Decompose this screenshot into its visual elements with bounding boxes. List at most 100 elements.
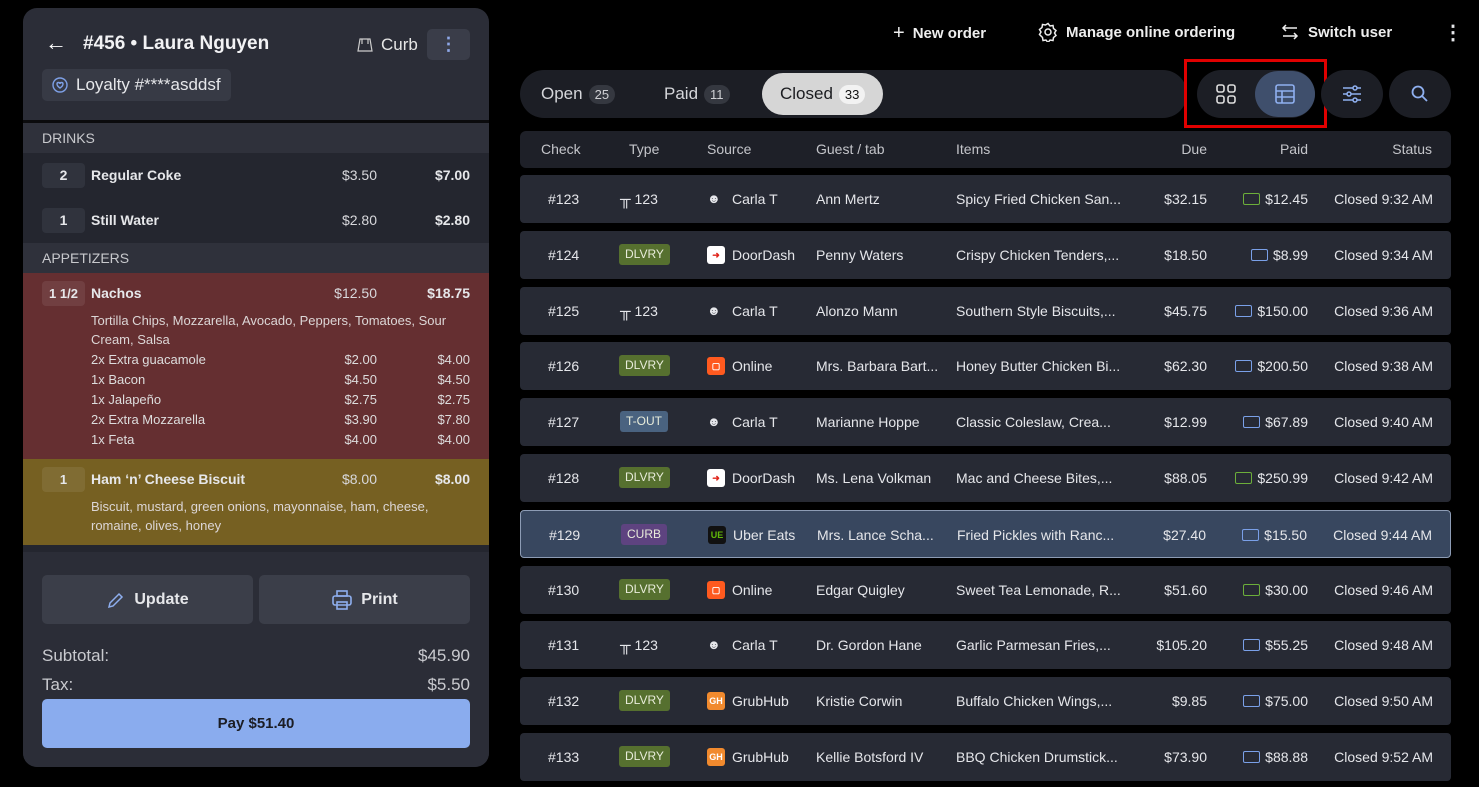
table-row[interactable]: #132 DLVRY GH GrubHub Kristie Corwin Buffalo … bbox=[520, 677, 1451, 726]
print-button[interactable]: Print bbox=[259, 575, 470, 624]
table-row[interactable]: #127 T-OUT ☻ Carla T Marianne Hoppe Classic C… bbox=[520, 398, 1451, 447]
back-arrow-icon[interactable]: ← bbox=[45, 30, 67, 56]
col-guest[interactable]: Guest / tab bbox=[816, 131, 884, 168]
modifier-row: 1x Jalapeño $2.75 $2.75 bbox=[23, 389, 489, 409]
tab-count: 25 bbox=[588, 84, 616, 104]
modifier-price: $3.90 bbox=[344, 412, 377, 427]
items-summary: Classic Coleslaw, Crea... bbox=[956, 414, 1111, 431]
tab-closed[interactable]: Closed 33 bbox=[762, 73, 884, 115]
col-paid[interactable]: Paid bbox=[1280, 131, 1308, 168]
guest-name: Mrs. Barbara Bart... bbox=[816, 358, 939, 375]
col-status[interactable]: Status bbox=[1392, 131, 1432, 168]
subtotal-label: Subtotal: bbox=[42, 646, 110, 665]
table-row[interactable]: #124 DLVRY ➜ DoorDash Penny Waters Crispy Chi… bbox=[520, 230, 1451, 279]
more-options-button[interactable]: ⋮ bbox=[427, 29, 470, 60]
credit-card-icon bbox=[1243, 751, 1261, 763]
amount-due: $12.99 bbox=[1164, 414, 1207, 431]
paid-value: $12.45 bbox=[1265, 191, 1308, 207]
amount-paid: $12.45 bbox=[1243, 175, 1308, 223]
amount-due: $51.60 bbox=[1164, 581, 1207, 598]
amount-paid: $30.00 bbox=[1243, 566, 1308, 614]
guest-name: Kellie Botsford IV bbox=[816, 749, 924, 765]
order-item[interactable]: 1 Ham ‘n’ Cheese Biscuit $8.00 $8.00 Biscuit… bbox=[23, 459, 489, 545]
paid-value: $150.00 bbox=[1257, 302, 1308, 319]
amount-paid: $75.00 bbox=[1243, 677, 1308, 725]
paid-value: $15.50 bbox=[1264, 526, 1307, 543]
credit-card-icon bbox=[1243, 695, 1261, 708]
doordash-logo-icon: ➜ bbox=[707, 469, 725, 487]
modifier-total: $4.50 bbox=[437, 372, 470, 387]
overflow-menu-icon[interactable]: ⋮ bbox=[1443, 20, 1463, 45]
order-item[interactable]: 1 Still Water $2.80 $2.80 bbox=[23, 198, 489, 243]
check-number: #132 bbox=[548, 693, 580, 710]
status-text: Closed 9:40 AM bbox=[1334, 414, 1433, 431]
cash-icon bbox=[1235, 472, 1253, 484]
loyalty-chip[interactable]: Loyalty #****asddsf bbox=[42, 69, 231, 101]
amount-paid: $88.88 bbox=[1243, 733, 1308, 781]
table-row[interactable]: #133 DLVRY GH GrubHub Kellie Botsford IV BBQ … bbox=[520, 733, 1451, 781]
item-total: $2.80 bbox=[434, 212, 470, 228]
order-item[interactable]: 2 Regular Coke $3.50 $7.00 bbox=[23, 153, 489, 198]
item-quantity: 2 bbox=[42, 163, 85, 188]
check-number: #124 bbox=[548, 246, 580, 263]
table-row[interactable]: #130 DLVRY ▢ Online Edgar Quigley Sweet Tea L… bbox=[520, 565, 1451, 614]
source-name: Carla T bbox=[732, 302, 778, 319]
search-button[interactable] bbox=[1389, 70, 1451, 118]
check-number: #127 bbox=[548, 414, 580, 431]
item-name: Still Water bbox=[91, 212, 159, 228]
check-number: #128 bbox=[548, 470, 580, 486]
printer-icon bbox=[332, 589, 353, 610]
guest-name: Dr. Gordon Hane bbox=[816, 637, 922, 654]
curb-bag-icon bbox=[357, 38, 373, 52]
update-button[interactable]: Update bbox=[42, 575, 253, 624]
status-text: Closed 9:48 AM bbox=[1334, 637, 1433, 654]
table-row[interactable]: #128 DLVRY ➜ DoorDash Ms. Lena Volkman Mac an… bbox=[520, 454, 1451, 502]
table-number: 123 bbox=[634, 637, 658, 654]
paid-value: $250.99 bbox=[1257, 470, 1308, 486]
col-items[interactable]: Items bbox=[956, 131, 990, 168]
order-type-badge: DLVRY bbox=[619, 355, 670, 377]
pay-button[interactable]: Pay $51.40 bbox=[42, 699, 470, 748]
manage-online-ordering-button[interactable]: Manage online ordering bbox=[1038, 22, 1235, 42]
source-name: Carla T bbox=[732, 191, 778, 207]
sliders-icon bbox=[1343, 85, 1361, 103]
switch-user-button[interactable]: Switch user bbox=[1280, 22, 1392, 42]
amount-paid: $200.50 bbox=[1235, 342, 1308, 390]
source-name: Uber Eats bbox=[733, 526, 796, 543]
guest-name: Penny Waters bbox=[816, 246, 904, 263]
table-row[interactable]: #125 ╥ 123 ☻ Carla T Alonzo Mann Southern Sty… bbox=[520, 286, 1451, 335]
search-icon bbox=[1411, 85, 1428, 102]
modifier-name: 1x Bacon bbox=[91, 372, 146, 387]
status-text: Closed 9:44 AM bbox=[1333, 526, 1432, 543]
check-number: #123 bbox=[548, 191, 580, 207]
col-type[interactable]: Type bbox=[629, 131, 659, 168]
table-row[interactable]: #123 ╥ 123 ☻ Carla T Ann Mertz Spicy Fried Ch… bbox=[520, 175, 1451, 223]
order-panel: ← #456 • Laura Nguyen Curb ⋮ Loyalty #**… bbox=[23, 8, 489, 767]
table-row[interactable]: #126 DLVRY ▢ Online Mrs. Barbara Bart... Hone… bbox=[520, 342, 1451, 391]
table-row[interactable]: #129 CURB UE Uber Eats Mrs. Lance Scha... Fri… bbox=[520, 509, 1451, 558]
check-number: #125 bbox=[548, 302, 580, 319]
guest-name: Marianne Hoppe bbox=[816, 414, 920, 431]
order-type-badge: DLVRY bbox=[619, 467, 670, 488]
modifier-row: 1x Feta $4.00 $4.00 bbox=[23, 429, 489, 449]
tab-open[interactable]: Open 25 bbox=[523, 73, 633, 115]
paid-value: $30.00 bbox=[1265, 581, 1308, 598]
new-order-button[interactable]: + New order bbox=[893, 22, 986, 45]
order-items-list[interactable]: DRINKS 2 Regular Coke $3.50 $7.00 1 Still Wate… bbox=[23, 120, 489, 552]
credit-card-icon bbox=[1250, 248, 1268, 261]
tab-paid[interactable]: Paid 11 bbox=[646, 73, 748, 115]
order-item[interactable]: 1 1/2 Nachos $12.50 $18.75 Tortilla Chips, M… bbox=[23, 273, 489, 459]
amount-due: $88.05 bbox=[1164, 470, 1207, 486]
col-check[interactable]: Check bbox=[541, 131, 581, 168]
col-due[interactable]: Due bbox=[1181, 131, 1207, 168]
filter-button[interactable] bbox=[1321, 70, 1383, 118]
order-footer: Update Print Subtotal: $45.90 Tax: $5.50 P… bbox=[23, 555, 489, 767]
status-text: Closed 9:34 AM bbox=[1334, 246, 1433, 263]
check-number: #129 bbox=[549, 526, 581, 543]
tab-count: 33 bbox=[838, 84, 866, 104]
modifier-total: $4.00 bbox=[437, 432, 470, 447]
col-source[interactable]: Source bbox=[707, 131, 751, 168]
table-row[interactable]: #131 ╥ 123 ☻ Carla T Dr. Gordon Hane Garlic P… bbox=[520, 621, 1451, 670]
item-unit-price: $3.50 bbox=[341, 167, 377, 183]
modifier-name: 1x Jalapeño bbox=[91, 392, 162, 407]
